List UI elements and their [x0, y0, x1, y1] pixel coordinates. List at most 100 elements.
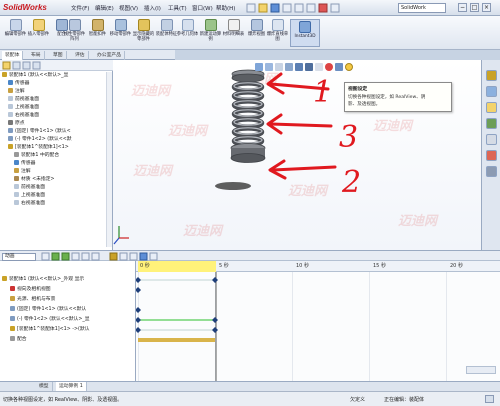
zoom-area-icon[interactable] — [265, 63, 273, 71]
appearances-icon[interactable] — [486, 150, 497, 161]
view-settings-icon[interactable] — [345, 63, 353, 71]
tree-item[interactable]: 原点 — [2, 120, 110, 128]
part-icon — [10, 306, 15, 311]
display-style-icon[interactable] — [305, 63, 313, 71]
motion-tree-item[interactable]: 配合 — [2, 335, 134, 345]
linear-pattern-button[interactable]: 线性零部件阵列 — [63, 18, 86, 48]
apply-scene-icon[interactable] — [335, 63, 343, 71]
ruler-label: 0 秒 — [140, 263, 150, 269]
timeline-tracks — [136, 272, 218, 381]
annotation-icon — [8, 88, 13, 93]
tab-motion-study-1[interactable]: 运动算例 1 — [56, 382, 87, 391]
tree-item[interactable]: 前视基准面 — [2, 184, 110, 192]
insert-component-icon — [32, 19, 45, 31]
status-definition: 欠定义 — [350, 397, 366, 403]
motion-tree-item[interactable]: (-) 零件1<2> (默认<<默认>_显 — [2, 315, 134, 325]
hide-show-items-icon[interactable] — [315, 63, 323, 71]
plane-icon — [8, 112, 13, 117]
tree-item[interactable]: 上视基准面 — [2, 104, 110, 112]
view-orientation-icon[interactable] — [295, 63, 303, 71]
edit-component-button[interactable]: 编辑零部件 — [4, 18, 27, 48]
lights-icon — [10, 296, 15, 301]
command-manager: 编辑零部件 插入零部件 配合 线性零部件阵列 智能扣件 移动零部件 显示隐藏的零… — [0, 16, 500, 50]
help-icon[interactable] — [485, 395, 494, 403]
tree-item[interactable]: 传感器 — [2, 160, 110, 168]
tab-assembly[interactable]: 装配体 — [2, 51, 24, 60]
motion-timeline[interactable]: 0 秒 5 秒 10 秒 15 秒 20 秒 — [136, 261, 500, 381]
instant3d-icon — [299, 21, 311, 33]
minimize-button[interactable]: − — [458, 3, 467, 12]
search-results-icon[interactable] — [486, 118, 497, 129]
motion-tree-item[interactable]: 视向及相机视图 — [2, 285, 134, 295]
menu-insert[interactable]: 插入(I) — [144, 4, 161, 12]
motion-tree-item[interactable]: [装配体1^装配体1]<1> ->(默认 — [2, 325, 134, 335]
tab-evaluate[interactable]: 评估 — [72, 51, 89, 60]
section-view-icon[interactable] — [285, 63, 293, 71]
material-icon — [14, 176, 19, 181]
tree-item[interactable]: (固定) 零件1<1> (默认< — [2, 128, 110, 136]
file-explorer-icon[interactable] — [486, 102, 497, 113]
tree-item[interactable]: 材质 <未指定> — [2, 176, 110, 184]
tree-item[interactable]: 前视基准面 — [2, 96, 110, 104]
ruler-label: 10 秒 — [296, 263, 309, 269]
plane-icon — [8, 104, 13, 109]
new-motion-study-button[interactable]: 新建运动算例 — [199, 18, 222, 48]
tab-layout[interactable]: 布局 — [28, 51, 45, 60]
menu-tools[interactable]: 工具(T) — [168, 4, 187, 12]
menu-view[interactable]: 视图(V) — [119, 4, 138, 12]
view-palette-icon[interactable] — [486, 134, 497, 145]
tree-item[interactable]: [装配体1^装配体1]<1> — [2, 144, 110, 152]
tree-item[interactable]: 右视基准面 — [2, 112, 110, 120]
tree-item[interactable]: 装配体1 中的配合 — [2, 152, 110, 160]
tab-office-products[interactable]: 办公室产品 — [94, 51, 125, 60]
bom-button[interactable]: 材料明细表 — [222, 18, 245, 48]
explode-line-sketch-button[interactable]: 爆炸直线草图 — [266, 18, 289, 48]
show-hidden-icon — [137, 19, 150, 31]
menu-file[interactable]: 文件(F) — [71, 4, 89, 12]
tooltip-description: 影、及透视图。 — [348, 102, 381, 107]
timeline-zoom-control[interactable] — [466, 366, 496, 374]
motion-tree-item[interactable]: (固定) 零件1<1> (默认<<默认 — [2, 305, 134, 315]
mates-icon — [10, 336, 15, 341]
menu-help[interactable]: 帮助(H) — [216, 4, 235, 12]
smart-fasteners-button[interactable]: 智能扣件 — [86, 18, 109, 48]
previous-view-icon[interactable] — [275, 63, 283, 71]
close-button[interactable]: × — [482, 3, 491, 12]
zoom-to-fit-icon[interactable] — [255, 63, 263, 71]
tree-scrollbar[interactable] — [106, 72, 112, 247]
plane-icon — [14, 200, 19, 205]
tooltip-description: 切换各种视图设定，如 RealView、阴 — [348, 95, 426, 100]
bom-icon — [227, 19, 240, 31]
tree-item[interactable]: 装配体1 (默认<<默认>_显 — [2, 72, 110, 80]
tree-item[interactable]: 传感器 — [2, 80, 110, 88]
reference-geometry-icon — [181, 19, 194, 31]
annotation-number: 3 — [339, 120, 359, 155]
instant3d-button[interactable]: Instant3D — [290, 19, 320, 47]
move-component-button[interactable]: 移动零部件 — [109, 18, 132, 48]
maximize-button[interactable]: □ — [470, 3, 479, 12]
solidworks-resources-icon[interactable] — [486, 70, 497, 81]
motion-tree-item[interactable]: 光源、相机与布景 — [2, 295, 134, 305]
custom-properties-icon[interactable] — [486, 166, 497, 177]
menu-edit[interactable]: 编辑(E) — [95, 4, 114, 12]
title-bar: SolidWorks 文件(F) 编辑(E) 视图(V) 插入(I) 工具(T)… — [0, 0, 500, 16]
edit-appearance-icon[interactable] — [325, 63, 333, 71]
exploded-view-button[interactable]: 爆炸视图 — [245, 18, 268, 48]
tree-item[interactable]: 注解 — [2, 168, 110, 176]
design-library-icon[interactable] — [486, 86, 497, 97]
motion-tree-item[interactable]: 装配体1 (默认<<默认>_外观 显示 — [2, 275, 134, 285]
tree-item[interactable]: (-) 零件1<2> (默认<<默 — [2, 136, 110, 144]
status-message: 切换各种视图设定，如 RealView、阴影、及透视图。 — [3, 397, 123, 403]
assembly-feature-button[interactable]: 装配体特征 — [155, 18, 178, 48]
show-hidden-button[interactable]: 显示隐藏的零部件 — [132, 18, 155, 48]
search-input[interactable]: SolidWork — [398, 3, 446, 13]
study-type-select[interactable]: 动画 — [2, 253, 36, 261]
tree-item[interactable]: 右视基准面 — [2, 200, 110, 208]
menu-window[interactable]: 窗口(W) — [192, 4, 213, 12]
tab-model[interactable]: 模型 — [36, 382, 53, 391]
tab-sketch[interactable]: 草图 — [50, 51, 67, 60]
tree-item[interactable]: 上视基准面 — [2, 192, 110, 200]
insert-component-button[interactable]: 插入零部件 — [27, 18, 50, 48]
reference-geometry-button[interactable]: 参考几何体 — [176, 18, 199, 48]
tree-item[interactable]: 注解 — [2, 88, 110, 96]
